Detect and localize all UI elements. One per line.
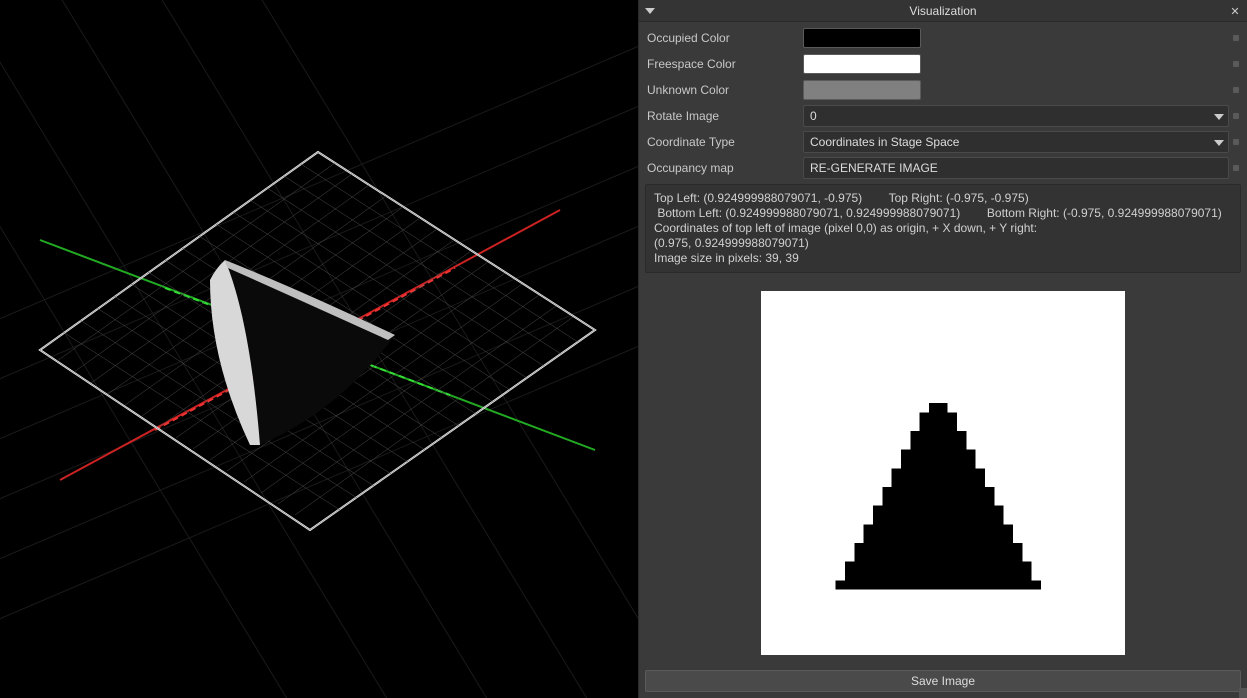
rotate-image-value: 0 [810,109,817,123]
occupied-color-swatch[interactable] [803,28,921,48]
unknown-color-label: Unknown Color [645,83,797,97]
save-image-button[interactable]: Save Image [645,670,1241,692]
coordinate-type-label: Coordinate Type [645,135,797,149]
regenerate-image-button-label: RE-GENERATE IMAGE [810,161,938,175]
reset-icon[interactable] [1233,113,1239,119]
reset-icon[interactable] [1233,165,1239,171]
viewport-canvas [0,0,638,698]
panel-title: Visualization [639,4,1247,18]
reset-icon[interactable] [1233,87,1239,93]
info-line-5: Image size in pixels: 39, 39 [654,251,1232,266]
regenerate-image-button[interactable]: RE-GENERATE IMAGE [803,157,1229,179]
reset-icon[interactable] [1233,35,1239,41]
freespace-color-label: Freespace Color [645,57,797,71]
visualization-panel: Visualization Occupied Color Freespace C… [638,0,1247,698]
row-occupied-color: Occupied Color [645,26,1241,50]
info-line-4: (0.975, 0.924999988079071) [654,236,1232,251]
row-rotate-image: Rotate Image 0 [645,104,1241,128]
coordinate-type-value: Coordinates in Stage Space [810,135,959,149]
reset-icon[interactable] [1233,139,1239,145]
freespace-color-swatch[interactable] [803,54,921,74]
row-unknown-color: Unknown Color [645,78,1241,102]
panel-collapse-toggle[interactable] [643,4,657,18]
rotate-image-label: Rotate Image [645,109,797,123]
chevron-down-icon [1214,135,1224,149]
reset-icon[interactable] [1233,61,1239,67]
save-image-button-label: Save Image [911,674,975,688]
coordinate-type-select[interactable]: Coordinates in Stage Space [803,131,1229,153]
info-line-1: Top Left: (0.924999988079071, -0.975) To… [654,191,1232,206]
scrollbar-stub-bottom[interactable] [1239,688,1247,698]
row-occupancy-map: Occupancy map RE-GENERATE IMAGE [645,156,1241,180]
panel-close-button[interactable] [1227,3,1243,19]
row-save-image: Save Image [645,670,1241,692]
viewport-3d[interactable] [0,0,638,698]
info-line-2: Bottom Left: (0.924999988079071, 0.92499… [654,206,1232,221]
panel-body: Occupied Color Freespace Color Unknown C… [639,22,1247,698]
chevron-down-icon [645,8,655,14]
occupancy-map-label: Occupancy map [645,161,797,175]
info-line-3: Coordinates of top left of image (pixel … [654,221,1232,236]
coordinates-info: Top Left: (0.924999988079071, -0.975) To… [645,184,1241,273]
rotate-image-select[interactable]: 0 [803,105,1229,127]
occupied-color-label: Occupied Color [645,31,797,45]
occupancy-preview-image [761,291,1125,655]
row-freespace-color: Freespace Color [645,52,1241,76]
occupancy-preview-wrap [645,275,1241,668]
row-coordinate-type: Coordinate Type Coordinates in Stage Spa… [645,130,1241,154]
chevron-down-icon [1214,109,1224,123]
panel-header: Visualization [639,0,1247,22]
unknown-color-swatch[interactable] [803,80,921,100]
